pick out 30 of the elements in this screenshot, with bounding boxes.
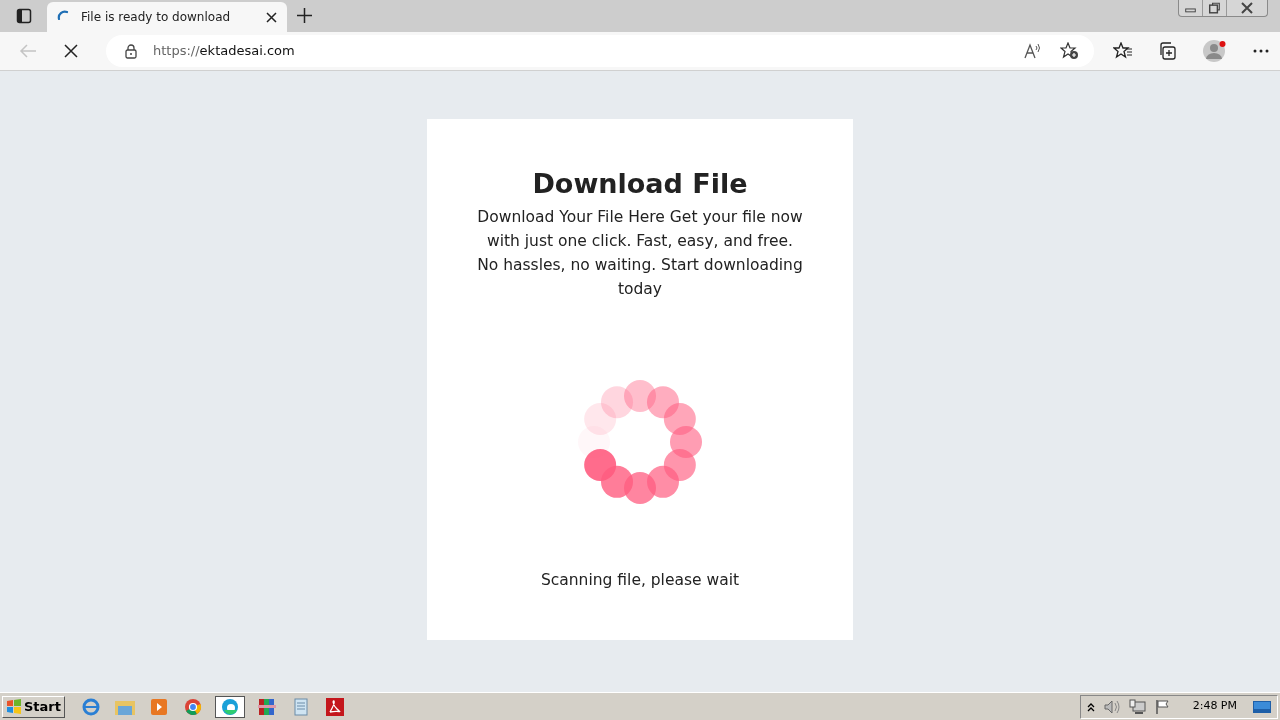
speaker-icon[interactable]	[1102, 698, 1121, 715]
stop-icon[interactable]	[64, 44, 78, 58]
collections-icon[interactable]	[1158, 42, 1176, 60]
network-icon[interactable]	[1128, 698, 1147, 715]
edge-taskbar-button[interactable]	[215, 695, 245, 718]
read-aloud-icon[interactable]	[1024, 43, 1042, 59]
address-bar[interactable]: https://ektadesai.com	[106, 35, 1094, 67]
windows-logo-icon	[6, 699, 22, 714]
close-icon[interactable]	[266, 11, 277, 23]
show-desktop-icon[interactable]	[1253, 699, 1271, 714]
chevron-up-icon[interactable]	[1086, 701, 1095, 712]
start-button[interactable]: Start	[2, 695, 65, 718]
clock-text: 2:48 PM	[1192, 698, 1237, 715]
more-icon[interactable]	[1253, 49, 1269, 53]
add-favorite-icon[interactable]	[1060, 42, 1079, 60]
page-title: Download File	[532, 167, 748, 201]
description-text: Download Your File Here Get your file now with just one click. Fast, easy, and free. No hassles, no waiting. Start downloading today	[476, 207, 804, 300]
profile-avatar-icon[interactable]	[1203, 39, 1227, 63]
status-text: Scanning file, please wait	[540, 570, 740, 591]
tab-actions-icon[interactable]	[16, 8, 32, 24]
url-text: https://ektadesai.com	[153, 42, 296, 61]
favorites-icon[interactable]	[1113, 42, 1133, 60]
lock-icon	[125, 43, 137, 59]
edge-icon	[221, 697, 239, 716]
pdf-reader-icon[interactable]	[323, 696, 347, 717]
browser-tab[interactable]: File is ready to download	[47, 2, 287, 32]
flag-icon[interactable]	[1154, 698, 1171, 715]
archive-icon[interactable]	[255, 696, 279, 717]
new-tab-icon[interactable]	[297, 8, 312, 23]
tab-title: File is ready to download	[81, 9, 232, 26]
